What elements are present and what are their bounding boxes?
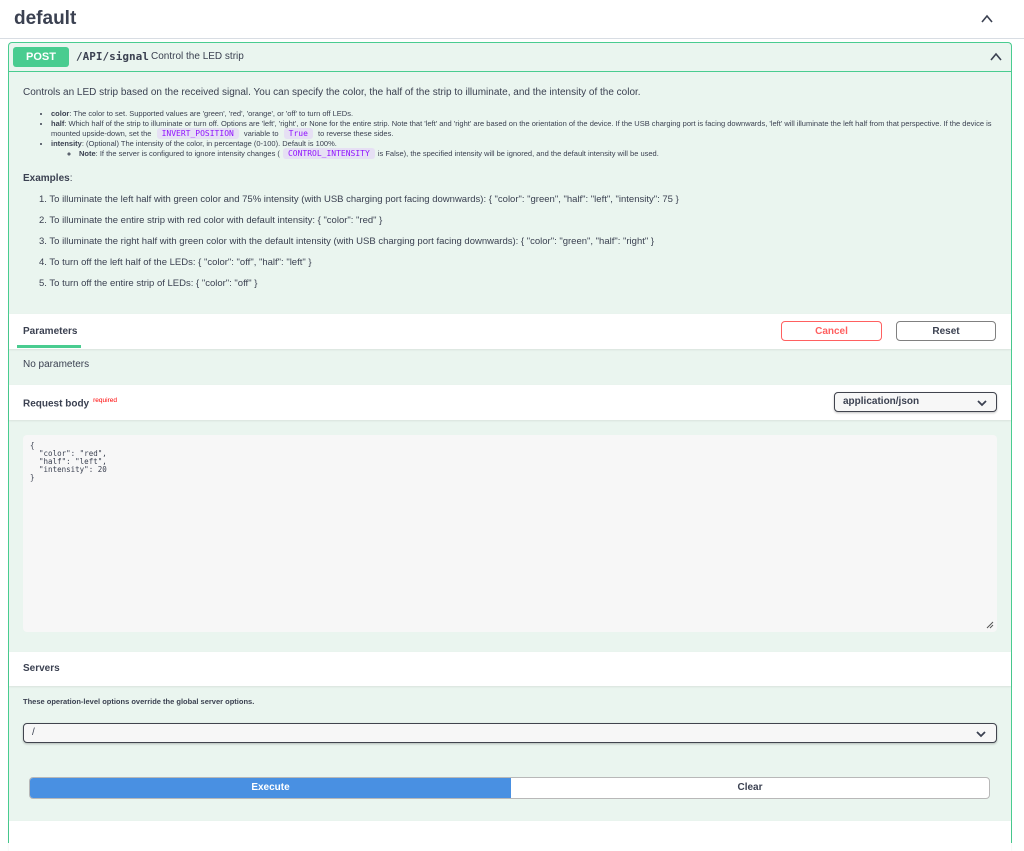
clear-button[interactable]: Clear [511,778,989,798]
doc-intensity: intensity: (Optional) The intensity of t… [51,139,1003,159]
required-marker: required [93,397,117,404]
reset-button[interactable]: Reset [896,321,996,341]
operation-summary[interactable]: POST /API/signal Control the LED strip [9,43,1011,72]
example-item: 1. To illuminate the left half with gree… [39,194,679,205]
parameter-docs: color: The color to set. Supported value… [23,109,1003,159]
section-header[interactable]: default [0,0,1024,39]
execute-wrapper: Execute Clear [29,777,990,799]
resize-handle-icon[interactable] [986,621,994,629]
operation-path: /API/signal [76,50,149,63]
request-body-editor[interactable]: { "color": "red", "half": "left", "inten… [23,435,997,632]
responses-header [9,821,1011,851]
example-item: 5. To turn off the entire strip of LEDs:… [39,278,258,289]
content-type-select[interactable]: application/json [834,392,997,412]
example-item: 4. To turn off the left half of the LEDs… [39,257,312,268]
examples-heading: Examples: [23,173,73,184]
chevron-up-icon[interactable] [989,50,1003,64]
servers-note: These operation-level options override t… [23,697,255,706]
chevron-down-icon [975,396,989,410]
cancel-button[interactable]: Cancel [781,321,882,341]
servers-header: Servers [9,652,1011,686]
method-badge: POST [13,47,69,67]
description-text: Controls an LED strip based on the recei… [23,87,641,98]
tab-parameters[interactable]: Parameters [23,326,77,337]
tab-active-indicator [17,345,81,348]
code-true: True [283,128,313,139]
operation-summary-text: Control the LED strip [151,51,244,62]
execute-button[interactable]: Execute [30,778,511,798]
example-item: 2. To illuminate the entire strip with r… [39,215,383,226]
no-parameters-text: No parameters [23,359,90,370]
request-body-text[interactable]: { "color": "red", "half": "left", "inten… [23,435,997,482]
server-select[interactable]: / [23,723,997,743]
operation-block: POST /API/signal Control the LED strip C… [8,42,1012,851]
section-title: default [14,8,77,29]
code-invert-position: INVERT_POSITION [156,128,239,139]
servers-label: Servers [23,663,60,674]
request-body-label: Request body required [23,397,117,410]
request-body-header: Request body required application/json [9,385,1011,420]
chevron-down-icon [974,727,988,741]
example-item: 3. To illuminate the right half with gre… [39,236,655,247]
operation-description: Controls an LED strip based on the recei… [23,87,1003,98]
code-control-intensity: CONTROL_INTENSITY [282,148,375,159]
doc-note: Note: If the server is configured to ign… [79,148,1003,159]
parameters-header: Parameters Cancel Reset [9,314,1011,349]
doc-half: half: Which half of the strip to illumin… [51,119,1003,139]
chevron-up-icon[interactable] [980,12,994,26]
doc-color: color: The color to set. Supported value… [51,109,1003,119]
